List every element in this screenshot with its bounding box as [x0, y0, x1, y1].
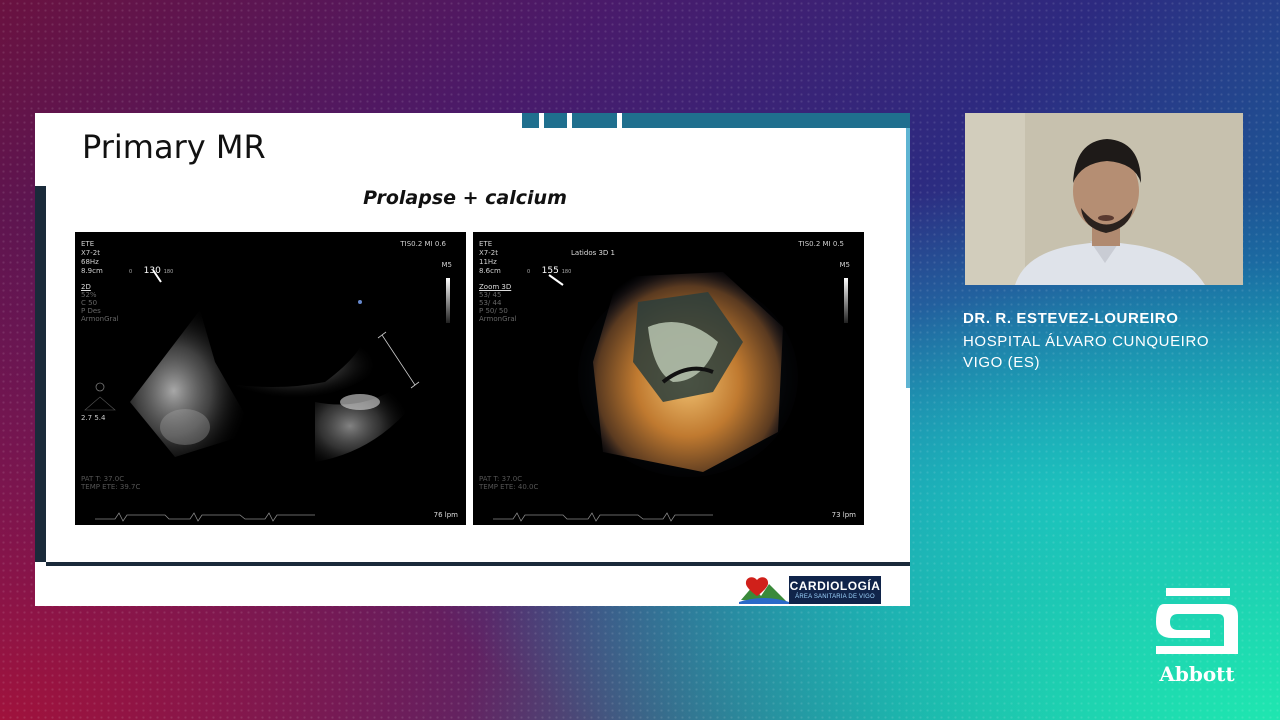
slide-title: Primary MR: [82, 128, 266, 166]
speaker-affiliation: HOSPITAL ÁLVARO CUNQUEIRO VIGO (ES): [963, 331, 1263, 373]
echo-3d-m5: M5: [839, 261, 851, 269]
echo-3d-temp: PAT T: 37.0C TEMP ETE: 40.0C: [479, 475, 539, 491]
echo-2d-grayscale-bar: [446, 278, 450, 323]
echo-2d-angle: 0 130 180: [129, 266, 174, 276]
echo-3d-tis: TIS0.2 MI 0.5: [798, 240, 844, 248]
echo-2d-temp: PAT T: 37.0C TEMP ETE: 39.7C: [81, 475, 141, 491]
echo-3d-grayscale-bar: [844, 278, 848, 323]
hospital-location: VIGO (ES): [963, 354, 1041, 371]
echo-2d-settings: ETE X7-2t 68Hz 8.9cm: [81, 240, 103, 275]
heart-mountain-icon: [739, 577, 789, 604]
slide-bottom-bar: [46, 562, 910, 566]
echo-3d-mode: Zoom 3D 53/ 45 53/ 44 P 50/ 50 ArmonGral: [479, 283, 517, 323]
echo-3d-heart-rate: 73 lpm: [831, 511, 856, 519]
echo-2d-mode: 2D 52% C 50 P Des ArmonGral: [81, 283, 119, 323]
echo-3d-angle: 0 155 180: [527, 266, 572, 276]
slide-left-bar: [35, 186, 46, 562]
slide-top-accent-bar: [522, 113, 910, 128]
logo-line2: ÁREA SANITARIA DE VIGO: [795, 593, 875, 600]
logo-line1: CARDIOLOGÍA: [789, 578, 881, 593]
echo-3d-header: Latidos 3D 1: [571, 249, 615, 257]
echo-2d-m5: M5: [441, 261, 453, 269]
echo-3d-ecg-trace: [493, 512, 713, 522]
speaker-name: DR. R. ESTEVEZ-LOUREIRO: [963, 310, 1179, 327]
echo-2d-heart-rate: 76 lpm: [433, 511, 458, 519]
slide-right-bar: [906, 128, 910, 388]
abbott-wordmark: Abbott: [1159, 662, 1235, 686]
abbott-logo: Abbott: [1150, 586, 1244, 686]
abbott-logo-icon: [1156, 588, 1238, 654]
cardiologia-logo: CARDIOLOGÍA ÁREA SANITARIA DE VIGO: [739, 576, 885, 604]
cardiologia-text-box: CARDIOLOGÍA ÁREA SANITARIA DE VIGO: [789, 576, 881, 604]
speaker-video: [965, 113, 1243, 285]
echo-3d-image: ETE X7-2t 11Hz 8.6cm Latidos 3D 1 0 155 …: [473, 232, 864, 525]
echo-2d-ecg-trace: [95, 512, 315, 522]
speaker-webcam: [965, 113, 1243, 285]
presentation-slide: Primary MR Prolapse + calcium ETE X7-2t …: [35, 113, 910, 606]
echo-2d-probe-values: 2.7 5.4: [81, 414, 106, 422]
echo-2d-tis: TIS0.2 MI 0.6: [400, 240, 446, 248]
echo-3d-settings: ETE X7-2t 11Hz 8.6cm: [479, 240, 501, 275]
echo-2d-image: ETE X7-2t 68Hz 8.9cm 0 130 180 TIS0.2 MI…: [75, 232, 466, 525]
slide-subtitle: Prolapse + calcium: [363, 187, 567, 209]
hospital-name: HOSPITAL ÁLVARO CUNQUEIRO: [963, 333, 1210, 350]
